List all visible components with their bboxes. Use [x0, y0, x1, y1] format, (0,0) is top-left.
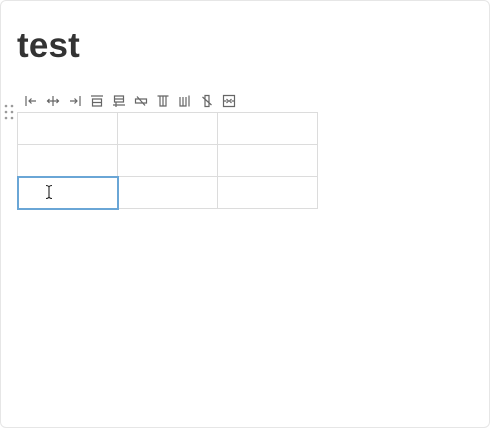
insert-row-above-button[interactable] [86, 93, 108, 109]
insert-row-below-button[interactable] [108, 93, 130, 109]
table-row [17, 112, 318, 145]
delete-row-button[interactable] [130, 93, 152, 109]
table-cell[interactable] [217, 112, 318, 145]
page-title[interactable]: test [17, 24, 80, 68]
text-cursor-icon [45, 184, 53, 200]
insert-column-after-button[interactable] [174, 93, 196, 109]
column-insert-right-icon [70, 96, 81, 106]
table-row [16, 175, 318, 210]
table-row [17, 144, 318, 177]
table-cell[interactable] [217, 144, 318, 177]
column-add-after-icon [179, 95, 190, 107]
table-cell[interactable] [217, 176, 318, 209]
row-delete-icon [134, 96, 148, 106]
insert-column-right-button[interactable] [64, 93, 86, 109]
merge-cells-icon [222, 94, 236, 108]
insert-column-between-button[interactable] [42, 93, 64, 109]
column-insert-middle-icon [46, 96, 60, 106]
column-delete-icon [202, 94, 212, 108]
active-table-cell[interactable] [16, 175, 119, 210]
row-insert-below-icon [113, 95, 125, 107]
data-table [16, 112, 318, 210]
insert-column-left-button[interactable] [20, 93, 42, 109]
delete-column-button[interactable] [196, 93, 218, 109]
table-cell[interactable] [117, 112, 218, 145]
insert-column-before-button[interactable] [152, 93, 174, 109]
row-insert-above-icon [91, 95, 103, 107]
table-toolbar [20, 93, 240, 109]
table-cell[interactable] [117, 176, 218, 209]
drag-handle-icon[interactable] [4, 104, 14, 120]
column-insert-left-icon [25, 96, 36, 106]
merge-cells-button[interactable] [218, 93, 240, 109]
table-cell[interactable] [117, 144, 218, 177]
table-cell[interactable] [17, 112, 118, 145]
table-cell[interactable] [17, 144, 118, 177]
column-add-before-icon [157, 95, 169, 107]
